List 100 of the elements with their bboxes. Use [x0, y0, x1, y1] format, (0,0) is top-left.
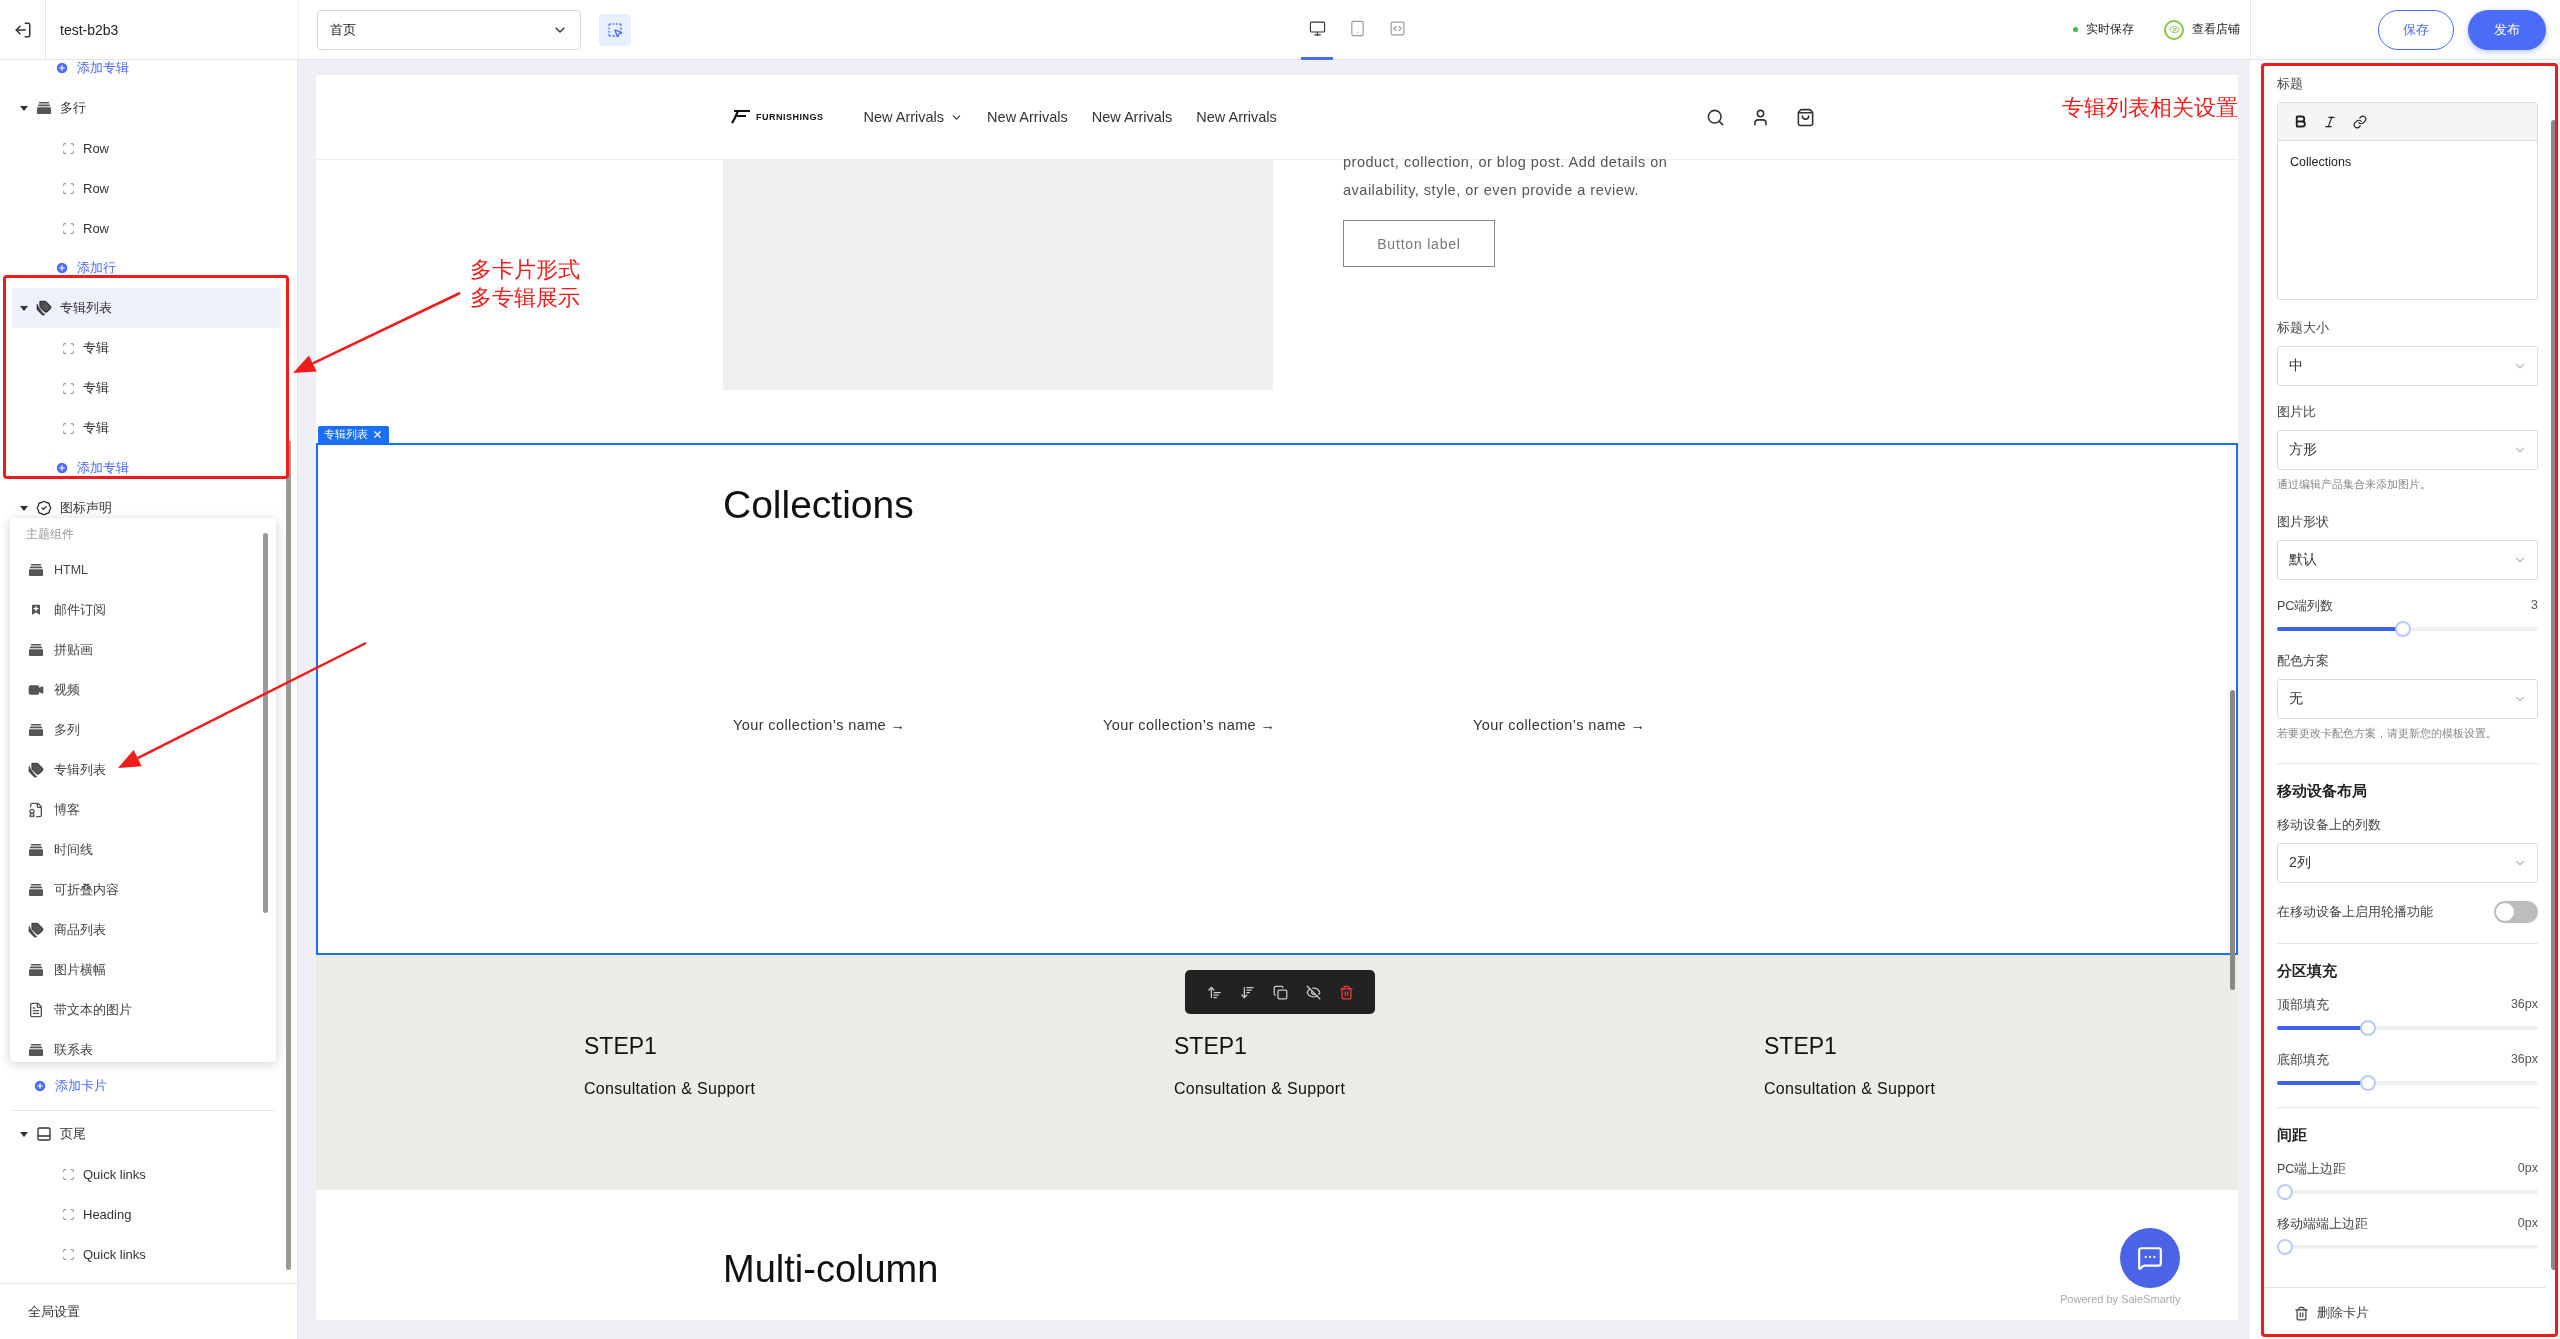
tree-group-row[interactable]: 图标声明 [12, 488, 281, 528]
outline-button[interactable]: Button label [1343, 220, 1495, 267]
collection-link[interactable]: Your collection’s name → [733, 717, 1103, 733]
tree-item[interactable]: 专辑 [83, 339, 109, 357]
select-field[interactable]: 2列 [2277, 843, 2538, 883]
annotation-text: 专辑列表相关设置 [2062, 94, 2238, 122]
add-link[interactable]: 添加行 [77, 259, 116, 277]
sort-down-icon[interactable] [1239, 984, 1255, 1000]
slider-thumb[interactable] [2360, 1020, 2377, 1036]
sort-up-icon[interactable] [1206, 984, 1222, 1000]
slider-thumb[interactable] [2360, 1075, 2377, 1091]
trash-icon[interactable] [1338, 984, 1354, 1000]
text-editor[interactable]: Collections [2277, 102, 2538, 300]
menu-item[interactable]: 可折叠内容 [10, 870, 276, 910]
caret-icon[interactable] [20, 104, 28, 112]
select-field[interactable]: 中 [2277, 346, 2538, 386]
value-reading: 36px [2510, 1052, 2538, 1068]
caret-icon[interactable] [20, 504, 28, 512]
caret-icon[interactable] [20, 1130, 28, 1138]
code-icon[interactable] [1388, 19, 1406, 37]
slider-thumb[interactable] [2277, 1184, 2293, 1200]
scrollbar-thumb[interactable] [2230, 690, 2235, 990]
eye-off-icon[interactable] [1305, 984, 1321, 1000]
italic-icon[interactable] [2323, 114, 2337, 129]
tree-item[interactable]: Row [83, 140, 109, 156]
slider[interactable] [2277, 1020, 2538, 1036]
tree-group-row[interactable]: 专辑列表 [12, 288, 281, 328]
delete-card-link[interactable]: 删除卡片 [2317, 1305, 2369, 1322]
link-icon[interactable] [2353, 114, 2367, 129]
tree-item[interactable]: 专辑 [83, 419, 109, 437]
save-button[interactable]: 保存 [2378, 9, 2454, 50]
select-field[interactable]: 方形 [2277, 430, 2538, 470]
menu-item[interactable]: 商品列表 [10, 910, 276, 950]
slider[interactable] [2277, 1075, 2538, 1091]
menu-item[interactable]: 视频 [10, 670, 276, 710]
tree-item[interactable]: Quick links [83, 1246, 146, 1262]
search-icon[interactable] [1706, 107, 1725, 127]
field-label: 标题 [2277, 76, 2304, 93]
tree-item[interactable]: Heading [83, 1206, 132, 1222]
scrollbar-thumb[interactable] [286, 440, 291, 1270]
bag-icon[interactable] [1796, 107, 1815, 127]
add-icon[interactable] [33, 1079, 47, 1093]
collection-link[interactable]: Your collection’s name → [1473, 717, 1843, 733]
tree-group-row[interactable]: 页尾 [12, 1114, 281, 1154]
tree-item[interactable]: 专辑 [83, 379, 109, 397]
menu-item[interactable]: 联系表 [10, 1030, 276, 1062]
publish-button[interactable]: 发布 [2468, 9, 2546, 50]
exit-icon[interactable] [13, 20, 32, 39]
menu-item[interactable]: 带文本的图片 [10, 990, 276, 1030]
slider[interactable] [2277, 1184, 2538, 1200]
menu-item[interactable]: 时间线 [10, 830, 276, 870]
slider-thumb[interactable] [2277, 1239, 2293, 1255]
caret-icon[interactable] [20, 304, 28, 312]
copy-icon[interactable] [1272, 984, 1288, 1000]
collection-link[interactable]: Your collection’s name → [1103, 717, 1473, 733]
menu-item[interactable]: 专辑列表 [10, 750, 276, 790]
user-icon[interactable] [1751, 107, 1770, 127]
dashed-square-icon [62, 421, 75, 435]
slider[interactable] [2277, 1239, 2538, 1255]
close-icon[interactable] [372, 429, 383, 440]
tablet-icon[interactable] [1348, 19, 1366, 37]
tree-item[interactable]: Row [83, 220, 109, 236]
scrollbar-thumb[interactable] [2551, 120, 2557, 1270]
nav-link[interactable]: New Arrivals [987, 109, 1068, 125]
nav-link[interactable]: New Arrivals [863, 109, 964, 125]
menu-item[interactable]: 拼贴画 [10, 630, 276, 670]
chat-icon[interactable] [2137, 1245, 2163, 1271]
tree-group-label: 专辑列表 [60, 299, 112, 317]
menu-item[interactable]: 博客 [10, 790, 276, 830]
dashed-pointer-icon[interactable] [607, 21, 623, 38]
slider[interactable] [2277, 621, 2538, 637]
menu-item[interactable]: 邮件订阅 [10, 590, 276, 630]
menu-item[interactable]: 图片横幅 [10, 950, 276, 990]
add-icon[interactable] [55, 461, 69, 475]
add-link[interactable]: 添加专辑 [77, 60, 129, 77]
tree-group-row[interactable]: 多行 [12, 88, 281, 128]
monitor-icon[interactable] [1308, 19, 1326, 37]
chat-button[interactable] [2120, 1228, 2180, 1288]
tree-item[interactable]: Row [83, 180, 109, 196]
select-field[interactable]: 默认 [2277, 540, 2538, 580]
trash-icon[interactable] [2294, 1306, 2309, 1321]
nav-link[interactable]: New Arrivals [1091, 109, 1173, 125]
select-field[interactable]: 无 [2277, 679, 2538, 719]
step-text: Consultation & Support [1764, 1080, 1937, 1098]
toggle-switch[interactable] [2494, 901, 2538, 923]
tree-group-label: 多行 [60, 99, 86, 117]
add-link[interactable]: 添加卡片 [55, 1077, 107, 1095]
add-link[interactable]: 添加专辑 [77, 459, 129, 477]
add-icon[interactable] [55, 61, 69, 75]
slider-thumb[interactable] [2394, 621, 2411, 637]
add-icon[interactable] [55, 261, 69, 275]
page-select[interactable]: 首页 [317, 9, 581, 50]
menu-item[interactable]: HTML [10, 550, 276, 590]
menu-item[interactable]: 多列 [10, 710, 276, 750]
nav-link[interactable]: New Arrivals [1196, 109, 1277, 125]
global-settings-link[interactable]: 全局设置 [28, 1302, 80, 1321]
select-element-button[interactable] [599, 13, 631, 46]
view-store-link[interactable]: 查看店铺 [2192, 21, 2240, 38]
scrollbar-thumb[interactable] [263, 533, 268, 913]
tree-item[interactable]: Quick links [83, 1166, 146, 1182]
